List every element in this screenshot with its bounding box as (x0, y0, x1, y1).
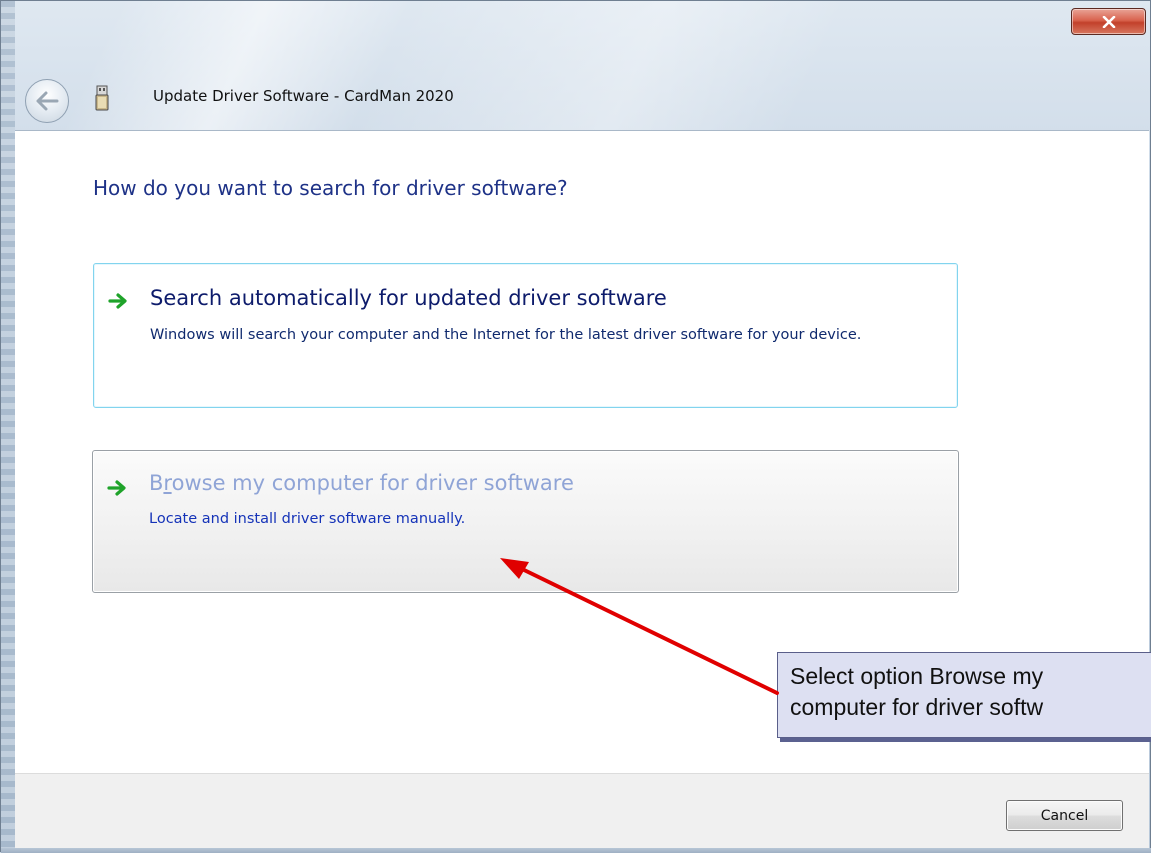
page-heading: How do you want to search for driver sof… (93, 176, 568, 200)
option-title: Search automatically for updated driver … (150, 286, 667, 310)
window-bottom-border (1, 848, 1151, 853)
cancel-button[interactable]: Cancel (1006, 800, 1123, 831)
option-description: Windows will search your computer and th… (150, 327, 862, 343)
title-rest: owse my computer for driver software (171, 471, 574, 495)
background-window-edge (1, 1, 15, 853)
access-key-letter: r (163, 471, 172, 495)
glass-highlight (1, 1, 1151, 131)
callout-line-1: Select option Browse my (790, 663, 1044, 689)
green-arrow-icon (107, 480, 126, 496)
title-prefix: B (149, 471, 164, 495)
close-button[interactable] (1071, 8, 1146, 35)
option-description: Locate and install driver software manua… (149, 511, 466, 527)
option-title: Browse my computer for driver software (149, 471, 574, 495)
dialog-footer: Cancel (15, 773, 1149, 848)
back-arrow-icon (36, 91, 59, 111)
annotation-callout: Select option Browse my computer for dri… (777, 652, 1151, 738)
usb-device-icon (95, 85, 109, 111)
close-x-icon (1102, 15, 1115, 28)
window-title: Update Driver Software - CardMan 2020 (153, 87, 454, 105)
back-button[interactable] (25, 79, 69, 123)
search-automatically-option[interactable]: Search automatically for updated driver … (93, 263, 958, 408)
green-arrow-icon (108, 293, 127, 309)
window-frame: Update Driver Software - CardMan 2020 Ho… (0, 0, 1151, 853)
browse-computer-option[interactable]: Browse my computer for driver software L… (92, 450, 959, 593)
callout-line-2: computer for driver softw (790, 694, 1044, 720)
